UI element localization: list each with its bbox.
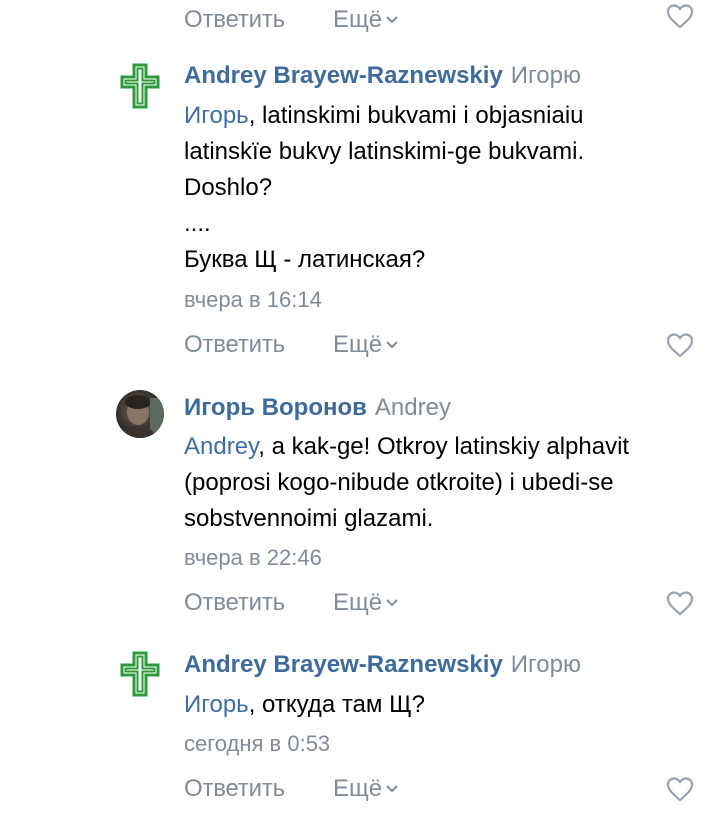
comment-line: Игорь, latinskimi bukvami i objasniaiu <box>184 98 714 134</box>
user-photo-icon <box>118 395 164 438</box>
reply-to-link[interactable]: Andrey <box>375 394 451 421</box>
comment-line: Doshlo? <box>184 174 273 201</box>
comment-line-text: , откуда там Щ? <box>248 691 425 718</box>
comment-header: Andrey Brayew-Raznewskiy Игорю <box>184 62 581 90</box>
reply-button[interactable]: Ответить <box>184 331 285 359</box>
more-button[interactable]: Ещё <box>333 331 399 359</box>
chevron-down-icon <box>386 16 398 24</box>
reply-button[interactable]: Ответить <box>184 589 285 617</box>
author-link[interactable]: Andrey Brayew-Raznewskiy <box>184 651 503 678</box>
like-heart-icon[interactable] <box>665 331 695 359</box>
reply-button[interactable]: Ответить <box>184 6 285 34</box>
more-label: Ещё <box>333 589 383 616</box>
comment-header: Игорь Воронов Andrey <box>184 394 451 422</box>
comment-line: (poprosi kogo-nibude otkroite) i ubedi-s… <box>184 469 614 496</box>
comment-line: sobstvennoimi glazami. <box>184 505 434 532</box>
more-button[interactable]: Ещё <box>333 775 399 803</box>
comment-timestamp: вчера в 16:14 <box>184 287 322 312</box>
more-label: Ещё <box>333 331 383 358</box>
more-label: Ещё <box>333 775 383 802</box>
reply-to-link[interactable]: Игорю <box>511 62 581 89</box>
like-heart-icon[interactable] <box>665 589 695 617</box>
author-link[interactable]: Игорь Воронов <box>184 394 367 421</box>
comment-line: Игорь, откуда там Щ? <box>184 687 714 723</box>
chevron-down-icon <box>386 785 398 793</box>
comment-line: latinskïe bukvy latinskimi-ge bukvami. <box>184 138 585 165</box>
comment-text: Игорь, latinskimi bukvami i objasniaiu l… <box>184 98 714 278</box>
more-label: Ещё <box>333 6 383 33</box>
comment-actions: Ответить Ещё <box>0 583 720 623</box>
reply-to-link[interactable]: Игорю <box>511 651 581 678</box>
comment-timestamp: сегодня в 0:53 <box>184 731 331 756</box>
mention-link[interactable]: Игорь <box>184 102 249 129</box>
comment-text: Игорь, откуда там Щ? <box>184 687 714 723</box>
like-heart-icon[interactable] <box>665 2 695 30</box>
more-button[interactable]: Ещё <box>333 6 399 34</box>
comment-line: Буква Щ - латинская? <box>184 246 426 273</box>
comment-timestamp: вчера в 22:46 <box>184 545 322 570</box>
comment-text: Andrey, a kak-ge! Otkroy latinskiy alpha… <box>184 429 714 537</box>
author-link[interactable]: Andrey Brayew-Raznewskiy <box>184 62 503 89</box>
mention-link[interactable]: Andrey <box>184 433 258 460</box>
cross-icon[interactable] <box>116 62 164 110</box>
comment-actions: Ответить Ещё <box>0 325 720 365</box>
chevron-down-icon <box>386 599 398 607</box>
comment-line-text: , latinskimi bukvami i objasniaiu <box>248 102 584 129</box>
comment-header: Andrey Brayew-Raznewskiy Игорю <box>184 651 581 679</box>
reply-button[interactable]: Ответить <box>184 775 285 803</box>
mention-link[interactable]: Игорь <box>184 691 249 718</box>
comment-actions: Ответить Ещё <box>0 769 720 809</box>
cross-icon[interactable] <box>116 650 164 698</box>
comment-actions-0: Ответить Ещё <box>0 0 720 40</box>
comment-line: Andrey, a kak-ge! Otkroy latinskiy alpha… <box>184 429 714 465</box>
more-button[interactable]: Ещё <box>333 589 399 617</box>
avatar[interactable] <box>116 390 164 438</box>
comment-line: .... <box>184 210 211 237</box>
chevron-down-icon <box>386 341 398 349</box>
like-heart-icon[interactable] <box>665 775 695 803</box>
comment-line-text: , a kak-ge! Otkroy latinskiy alphavit <box>258 433 630 460</box>
